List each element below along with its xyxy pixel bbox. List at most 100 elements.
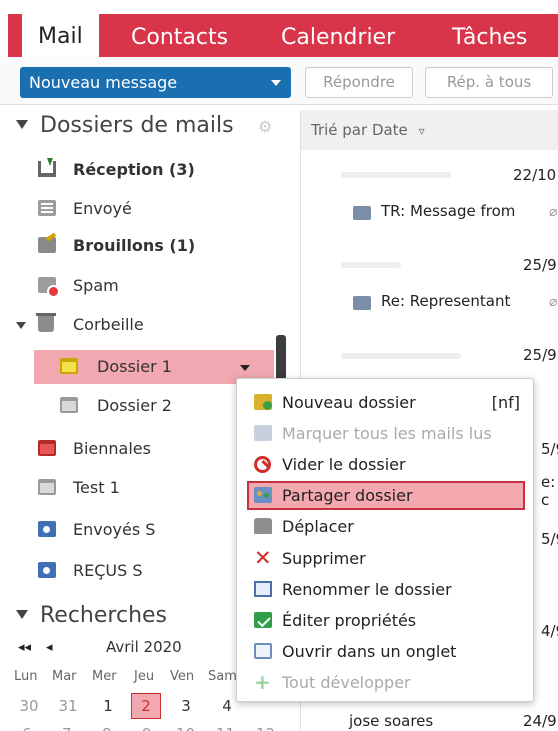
sidebar-item-sent[interactable]: Envoyé: [0, 192, 292, 226]
menu-item-share-folder[interactable]: Partager dossier: [237, 480, 533, 511]
calendar-day-today[interactable]: 2: [131, 693, 161, 719]
message-date: 5/9: [541, 440, 558, 458]
menu-item-label: Nouveau dossier: [282, 393, 416, 412]
sidebar-item-label: Dossier 2: [97, 396, 172, 415]
expand-triangle-icon[interactable]: [16, 322, 26, 329]
message-subject: Re: Representant: [381, 292, 511, 310]
menu-item-label: Ouvrir dans un onglet: [282, 642, 457, 661]
redacted-sender: [341, 262, 401, 268]
sidebar-item-label: Réception (3): [73, 160, 195, 179]
calendar-day[interactable]: 3: [171, 697, 201, 715]
shared-folder-icon: [38, 562, 56, 578]
gear-icon[interactable]: ⚙: [258, 117, 272, 136]
envelope-icon: [254, 425, 272, 441]
reply-all-button[interactable]: Rép. à tous: [425, 67, 553, 98]
folder-icon: [60, 358, 78, 374]
tab-tasks[interactable]: Tâches: [452, 22, 527, 54]
menu-shortcut: [nf]: [491, 393, 520, 412]
weekday-header: Ven: [170, 669, 195, 684]
new-folder-icon: [254, 394, 272, 410]
sidebar-item-inbox[interactable]: Réception (3): [0, 153, 292, 187]
redacted-sender: [341, 353, 461, 359]
menu-item-delete[interactable]: ✕ Supprimer: [237, 543, 533, 574]
sort-label: Trié par Date: [311, 121, 408, 139]
collapse-triangle-icon[interactable]: [16, 119, 28, 129]
prev-month-button[interactable]: ◂: [46, 640, 53, 655]
sidebar-item-spam[interactable]: Spam: [0, 269, 292, 303]
message-date: 25/9: [523, 256, 557, 274]
sidebar-item-label: Spam: [73, 276, 119, 295]
tab-calendar[interactable]: Calendrier: [281, 22, 395, 54]
new-message-button[interactable]: Nouveau message: [20, 67, 291, 98]
calendar-day[interactable]: 8: [102, 725, 112, 731]
message-date: 24/9: [523, 712, 557, 730]
trash-icon: [36, 313, 56, 332]
sort-bar[interactable]: Trié par Date ▿: [301, 110, 558, 150]
calendar-day[interactable]: 31: [53, 697, 83, 715]
message-date: 25/9: [523, 346, 557, 364]
weekday-header: Mar: [52, 669, 77, 684]
menu-item-edit-properties[interactable]: Éditer propriétés: [237, 605, 533, 636]
message-preview: e: c: [541, 473, 556, 509]
menu-item-label: Renommer le dossier: [282, 580, 452, 599]
menu-item-rename[interactable]: Renommer le dossier: [237, 574, 533, 605]
search-section-header[interactable]: Recherches: [16, 603, 167, 628]
sidebar-item-label: Brouillons (1): [73, 236, 196, 255]
sidebar-item-trash[interactable]: Corbeille: [0, 308, 292, 342]
sidebar-item-drafts[interactable]: Brouillons (1): [0, 229, 292, 263]
sidebar-item-label: Envoyés S: [73, 520, 156, 539]
menu-item-label: Éditer propriétés: [282, 611, 417, 630]
new-message-label: Nouveau message: [29, 73, 178, 92]
folder-icon: [38, 440, 56, 456]
inbox-icon: [38, 158, 56, 177]
weekday-header: Lun: [14, 669, 38, 684]
sidebar-item-label: Envoyé: [73, 199, 132, 218]
sidebar-item-label: REÇUS S: [73, 561, 143, 580]
menu-item-label: Partager dossier: [282, 486, 413, 505]
sidebar-item-label: Corbeille: [73, 315, 144, 334]
shared-folder-icon: [38, 521, 56, 537]
calendar-day[interactable]: 7: [62, 725, 72, 731]
calendar-day[interactable]: 11: [216, 725, 235, 731]
folder-context-menu: Nouveau dossier [nf] Marquer tous les ma…: [236, 378, 534, 702]
message-date: 22/10: [513, 166, 557, 184]
menu-item-empty-folder[interactable]: Vider le dossier: [237, 449, 533, 480]
menu-item-new-folder[interactable]: Nouveau dossier [nf]: [237, 387, 533, 418]
forward-mail-icon: [353, 206, 371, 220]
calendar-day[interactable]: 30: [14, 697, 44, 715]
calendar-day[interactable]: 1: [93, 697, 123, 715]
menu-item-label: Supprimer: [282, 549, 366, 568]
calendar-day[interactable]: 12: [256, 725, 275, 731]
prev-year-button[interactable]: ◂◂: [18, 640, 31, 655]
message-sender: jose soares: [349, 712, 434, 730]
weekday-header: Mer: [92, 669, 117, 684]
folder-icon: [38, 479, 56, 495]
menu-item-move[interactable]: Déplacer: [237, 511, 533, 542]
sort-direction-icon[interactable]: ▿: [419, 124, 425, 138]
no-entry-icon: [254, 456, 271, 473]
chevron-down-icon[interactable]: [271, 80, 281, 86]
chevron-down-icon[interactable]: [240, 365, 250, 371]
calendar-day[interactable]: 9: [142, 725, 152, 731]
calendar-day[interactable]: 10: [176, 725, 195, 731]
menu-item-label: Marquer tous les mails lus: [282, 424, 492, 443]
reply-button[interactable]: Répondre: [305, 67, 413, 98]
plus-icon: +: [254, 670, 271, 694]
tab-mail[interactable]: Mail: [22, 14, 99, 57]
folders-section-header[interactable]: Dossiers de mails: [16, 113, 234, 138]
menu-item-expand-all[interactable]: + Tout développer: [237, 667, 533, 698]
sent-icon: [38, 200, 56, 216]
menu-item-open-in-tab[interactable]: Ouvrir dans un onglet: [237, 636, 533, 667]
tab-contacts[interactable]: Contacts: [131, 22, 228, 54]
share-folder-icon: [254, 487, 272, 503]
sidebar-item-label: Test 1: [73, 478, 120, 497]
calendar-day[interactable]: 6: [22, 725, 32, 731]
menu-item-mark-all-read[interactable]: Marquer tous les mails lus: [237, 418, 533, 449]
collapse-triangle-icon[interactable]: [16, 609, 28, 619]
folders-section-title: Dossiers de mails: [40, 113, 234, 138]
attachment-icon: ⌀: [549, 294, 558, 310]
rename-icon: [254, 581, 272, 597]
search-section-title: Recherches: [40, 603, 168, 628]
menu-item-label: Vider le dossier: [282, 455, 406, 474]
calendar-month-title: Avril 2020: [106, 638, 182, 656]
